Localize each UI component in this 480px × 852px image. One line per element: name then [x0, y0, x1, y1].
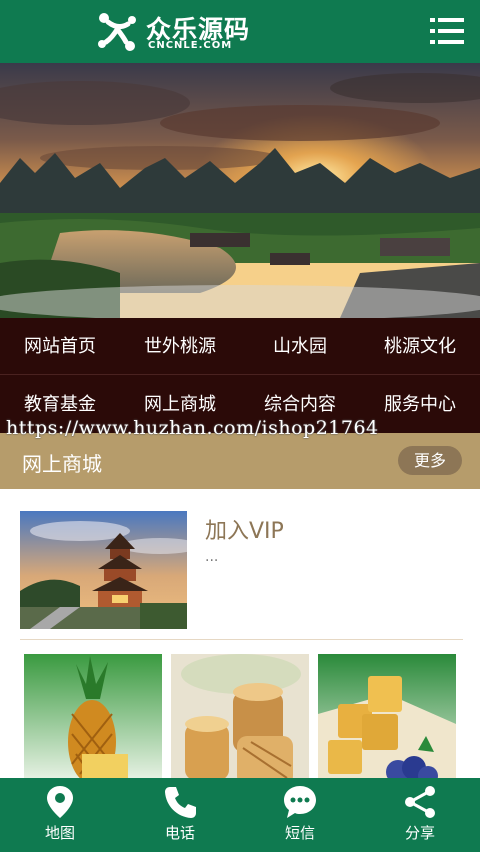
vip-thumbnail[interactable] [20, 511, 200, 629]
nav-item-culture[interactable]: 桃源文化 [360, 318, 480, 375]
product-card-pastry[interactable] [171, 654, 309, 789]
site-logo[interactable]: 众乐源码 CNCNLE.COM [94, 8, 254, 56]
watermark-url: https://www.huzhan.com/ishop21764 [6, 417, 379, 439]
banner-landscape-image [0, 63, 480, 318]
bottom-toolbar: 地图 电话 短信 分享 [0, 778, 480, 852]
footer-phone-label: 电话 [164, 824, 195, 842]
phone-icon [165, 787, 196, 818]
product-card-pineapple[interactable] [24, 654, 162, 789]
footer-sms-label: 短信 [284, 824, 315, 842]
more-button[interactable]: 更多 [398, 446, 462, 475]
product-card-pineapple-cake[interactable] [318, 654, 456, 789]
pastry-image [171, 654, 309, 789]
footer-phone-button[interactable]: 电话 [120, 778, 240, 852]
nav-item-paradise[interactable]: 世外桃源 [120, 318, 240, 375]
footer-share-label: 分享 [404, 824, 435, 842]
nav-row: 网站首页 世外桃源 山水园 桃源文化 [0, 318, 480, 375]
menu-icon [430, 18, 464, 44]
nav-item-home[interactable]: 网站首页 [0, 318, 120, 375]
section-header: 网上商城 更多 [0, 433, 480, 489]
map-pin-icon [47, 786, 73, 818]
logo-mark-icon [98, 13, 136, 51]
vip-title[interactable]: 加入VIP [205, 513, 284, 545]
banner-slideshow[interactable] [0, 63, 480, 318]
share-icon [405, 786, 435, 818]
footer-sms-button[interactable]: 短信 [240, 778, 360, 852]
footer-share-button[interactable]: 分享 [360, 778, 480, 852]
vip-description: ... [205, 549, 219, 565]
section-title: 网上商城 [22, 452, 102, 476]
divider [20, 639, 463, 640]
message-icon [284, 786, 316, 818]
pineapple-image [24, 654, 162, 789]
footer-map-button[interactable]: 地图 [0, 778, 120, 852]
pineapple-cake-image [318, 654, 456, 789]
main-nav: 网站首页 世外桃源 山水园 桃源文化 教育基金 网上商城 综合内容 服务中心 [0, 318, 480, 433]
menu-button[interactable] [430, 14, 464, 48]
nav-item-landscape-garden[interactable]: 山水园 [240, 318, 360, 375]
logo-subtext: CNCNLE.COM [148, 40, 233, 51]
footer-map-label: 地图 [44, 824, 75, 842]
pagoda-image [20, 511, 200, 629]
store-content: 加入VIP ... [0, 489, 480, 789]
header-bar: 众乐源码 CNCNLE.COM [0, 0, 480, 63]
